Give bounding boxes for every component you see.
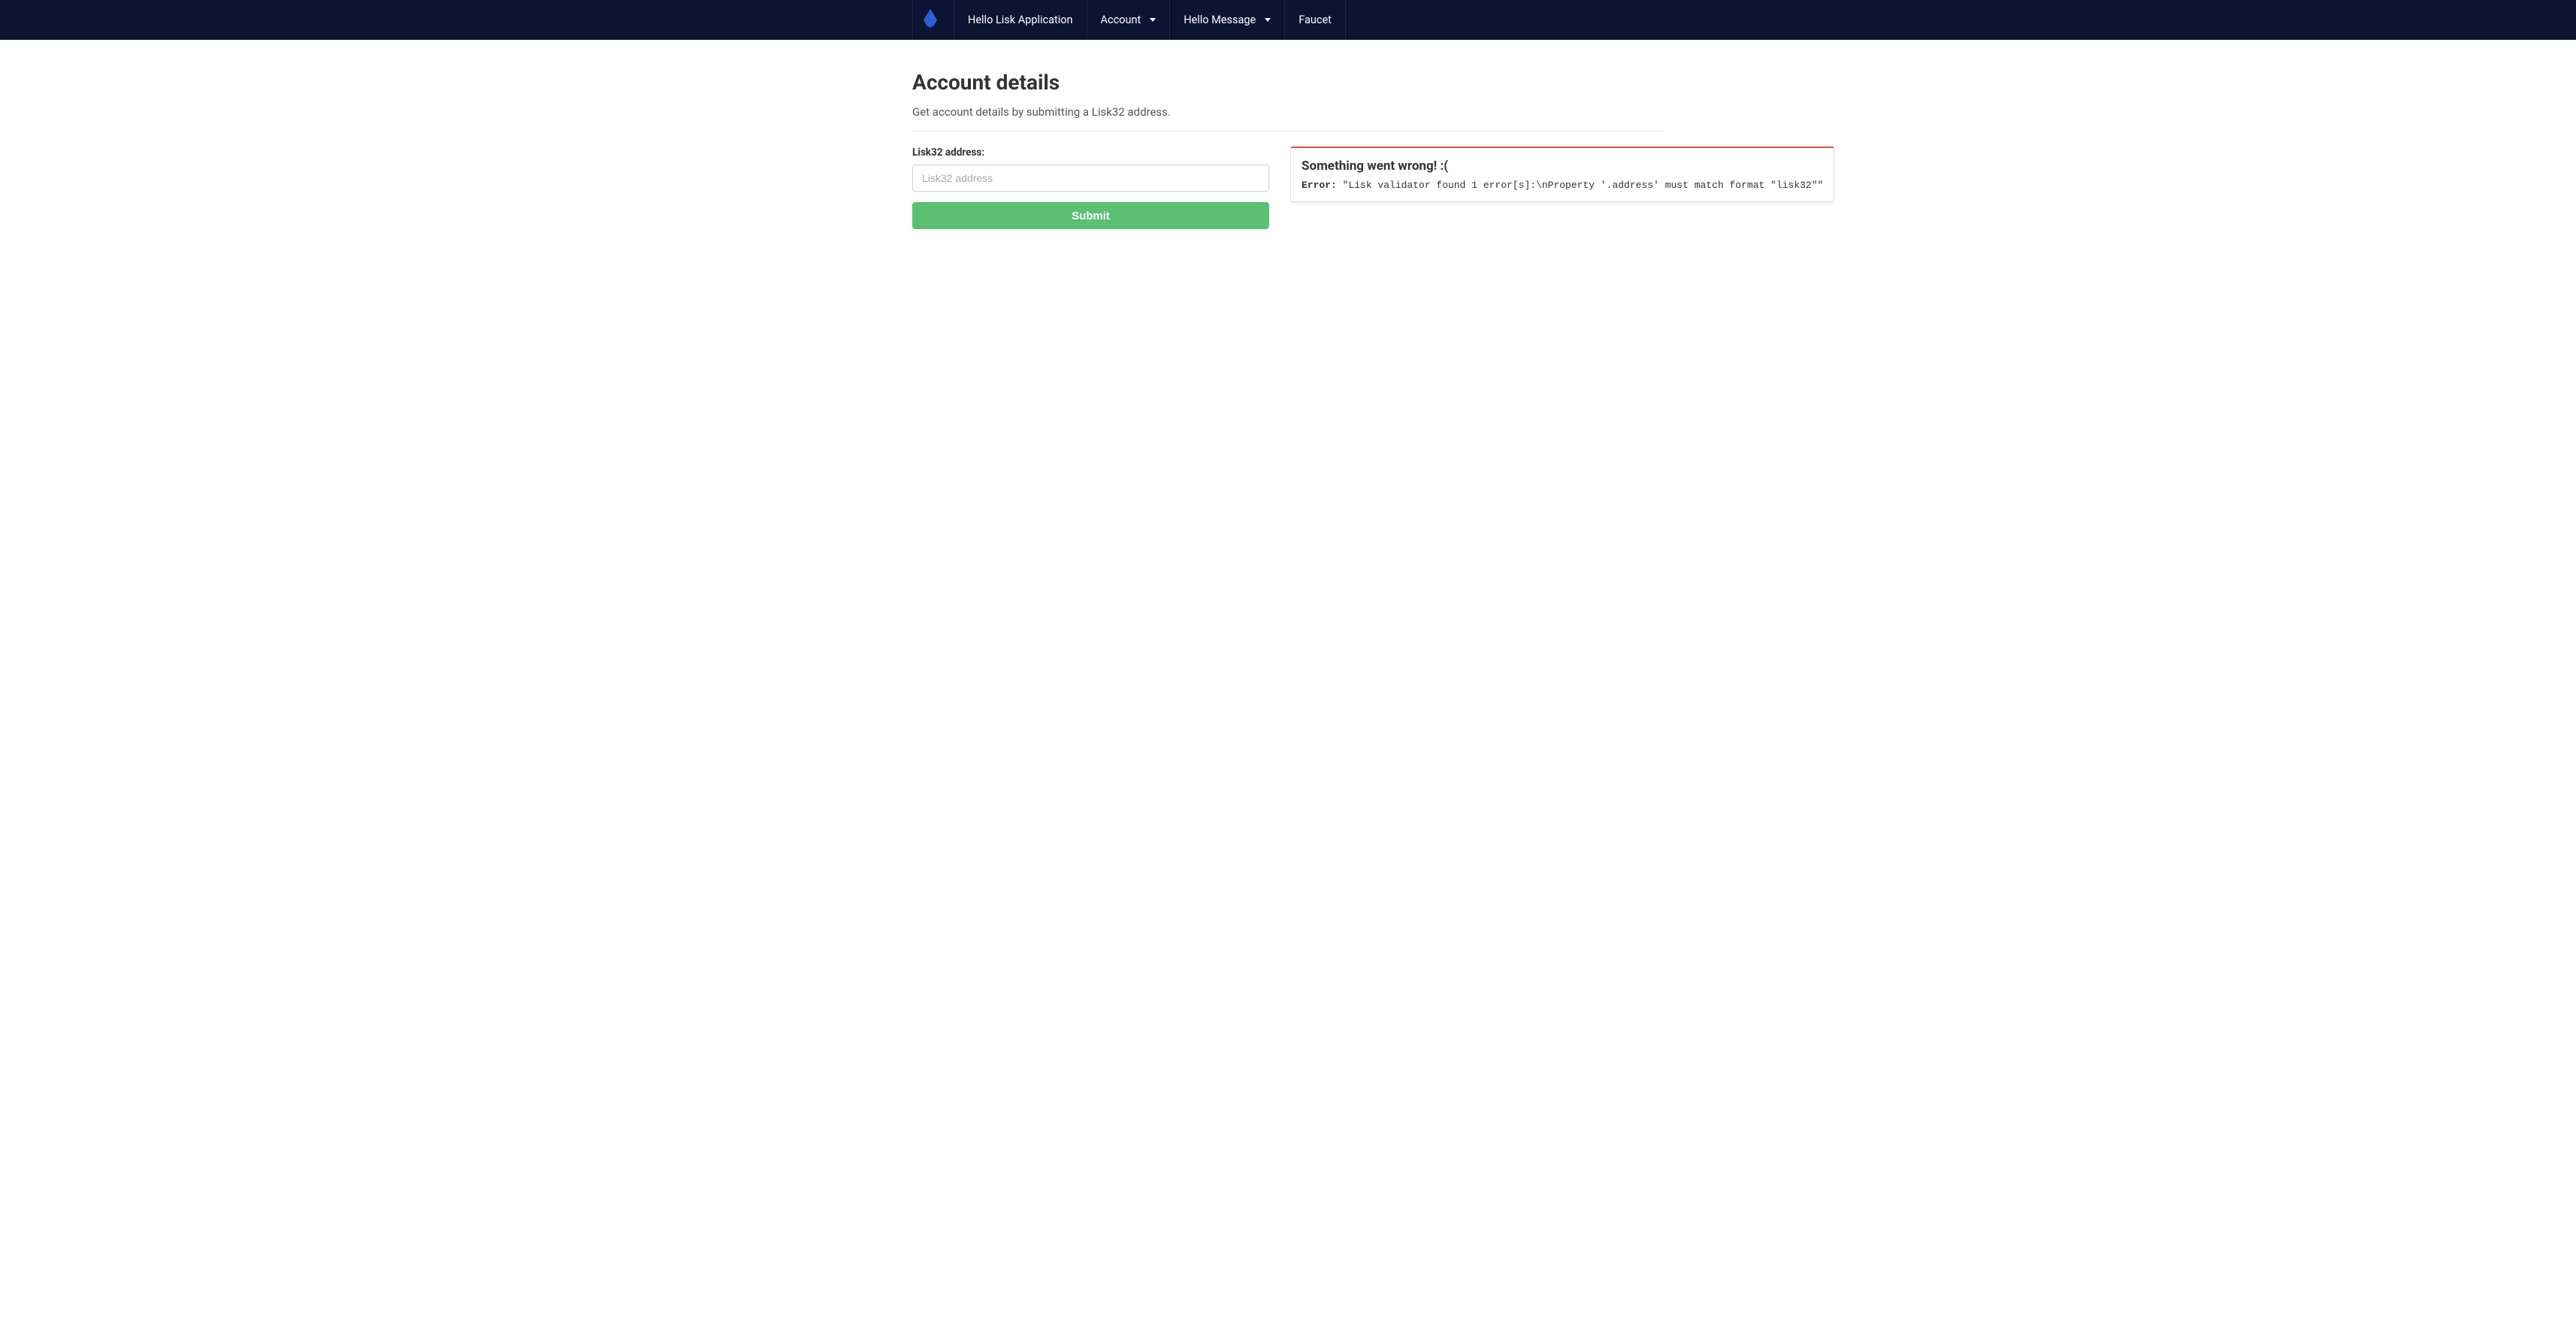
form-column: Lisk32 address: Submit bbox=[912, 147, 1269, 229]
page-title: Account details bbox=[912, 70, 1664, 95]
nav-item-hello-message[interactable]: Hello Message bbox=[1170, 0, 1285, 40]
navbar-inner: Hello Lisk Application Account Hello Mes… bbox=[912, 0, 1664, 40]
nav-item-faucet[interactable]: Faucet bbox=[1285, 0, 1346, 40]
submit-button[interactable]: Submit bbox=[912, 202, 1269, 229]
result-column: Something went wrong! :( Error: "Lisk va… bbox=[1290, 147, 1834, 229]
error-prefix: Error: bbox=[1302, 180, 1337, 191]
nav-account-label: Account bbox=[1101, 14, 1141, 26]
page-subtitle: Get account details by submitting a Lisk… bbox=[912, 105, 1664, 119]
error-title: Something went wrong! :( bbox=[1291, 148, 1834, 180]
chevron-down-icon bbox=[1265, 18, 1271, 22]
nav-app-name-label: Hello Lisk Application bbox=[968, 14, 1073, 26]
error-body[interactable]: Error: "Lisk validator found 1 error[s]:… bbox=[1291, 180, 1834, 201]
address-input[interactable] bbox=[912, 165, 1269, 192]
nav-hello-message-label: Hello Message bbox=[1184, 14, 1256, 26]
navbar: Hello Lisk Application Account Hello Mes… bbox=[0, 0, 2576, 40]
content-row: Lisk32 address: Submit Something went wr… bbox=[912, 147, 1664, 229]
nav-faucet-label: Faucet bbox=[1299, 14, 1332, 26]
address-label: Lisk32 address: bbox=[912, 147, 1269, 159]
main-container: Account details Get account details by s… bbox=[912, 40, 1664, 229]
lisk-logo-icon bbox=[921, 9, 940, 32]
app-logo[interactable] bbox=[912, 0, 954, 40]
error-card: Something went wrong! :( Error: "Lisk va… bbox=[1290, 147, 1834, 202]
error-message: "Lisk validator found 1 error[s]:\nPrope… bbox=[1337, 180, 1659, 191]
nav-item-app-name[interactable]: Hello Lisk Application bbox=[954, 0, 1087, 40]
chevron-down-icon bbox=[1150, 18, 1156, 22]
nav-item-account[interactable]: Account bbox=[1087, 0, 1171, 40]
